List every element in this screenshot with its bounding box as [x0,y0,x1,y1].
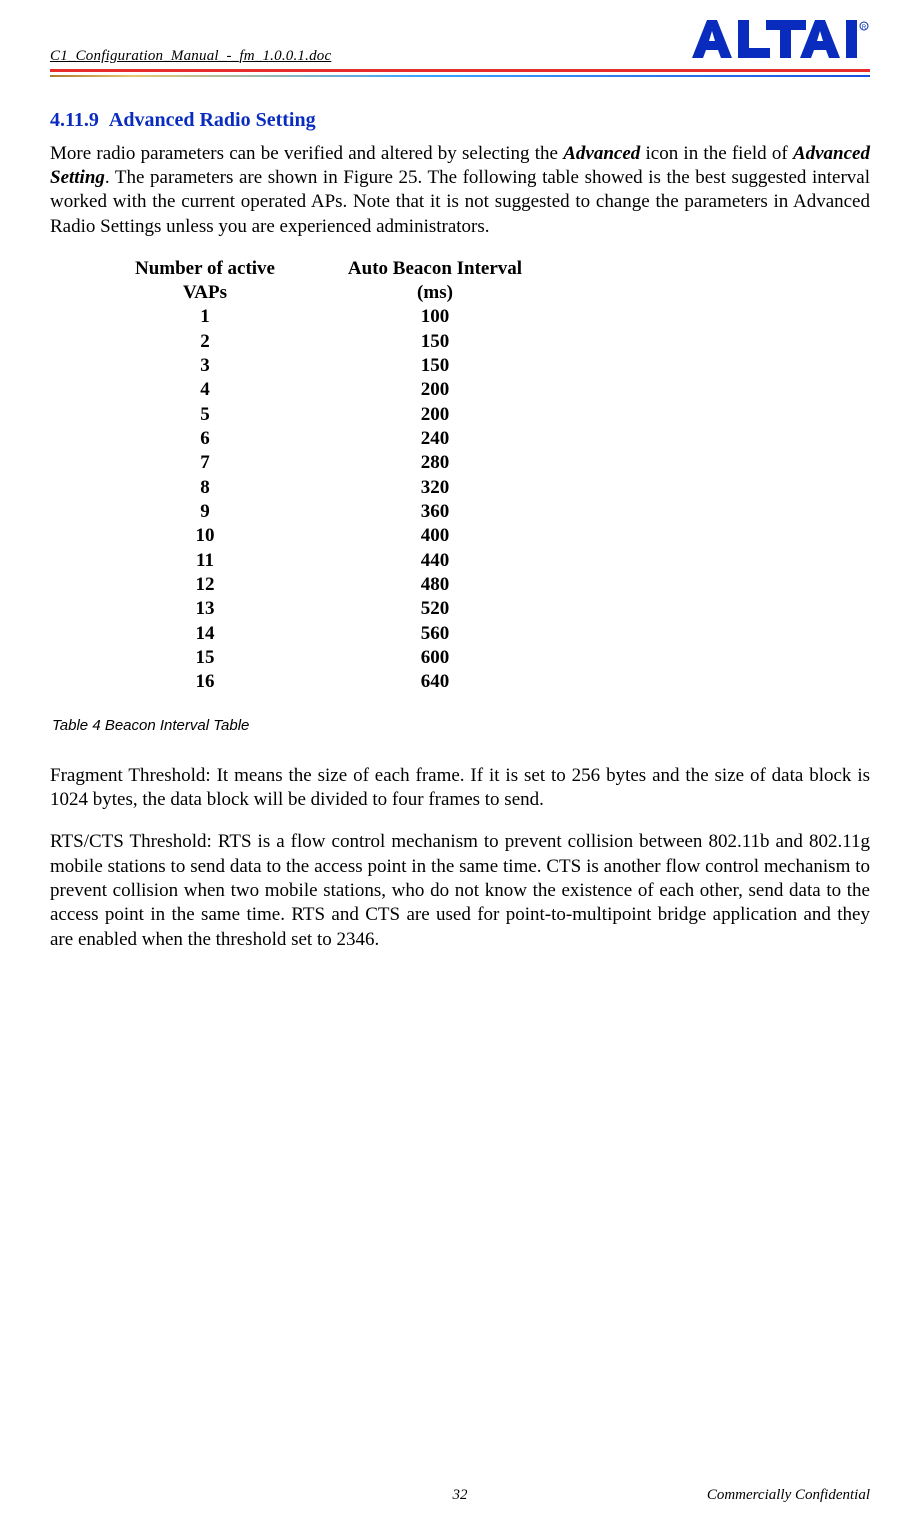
table-caption: Table 4 Beacon Interval Table [52,716,870,735]
table-row: 5200 [95,403,555,427]
table-cell-interval: 400 [315,524,555,548]
section-number: 4.11.9 [50,109,99,131]
table-row: 3150 [95,354,555,378]
table-cell-vap: 12 [95,573,315,597]
logo: R [690,18,870,65]
table-header-col2-line1: Auto Beacon Interval [348,258,522,279]
table-cell-interval: 320 [315,476,555,500]
page-number: 32 [453,1487,468,1504]
table-cell-vap: 16 [95,670,315,694]
table-header-col1-line2: VAPs [183,282,227,303]
table-cell-interval: 600 [315,646,555,670]
table-header-col1: Number of active VAPs [95,257,315,306]
doc-title: C1_Configuration_Manual_-_fm_1.0.0.1.doc [50,48,331,65]
intro-text-3: . The parameters are shown in Figure 25.… [50,167,870,237]
table-cell-interval: 150 [315,330,555,354]
confidential-label: Commercially Confidential [707,1487,870,1504]
intro-em1: Advanced [563,143,640,164]
table-header-col1-line1: Number of active [135,258,275,279]
table-cell-interval: 360 [315,500,555,524]
table-row: 4200 [95,378,555,402]
table-cell-interval: 520 [315,597,555,621]
table-cell-vap: 3 [95,354,315,378]
table-cell-interval: 640 [315,670,555,694]
table-cell-vap: 14 [95,622,315,646]
table-row: 11440 [95,549,555,573]
page-header: C1_Configuration_Manual_-_fm_1.0.0.1.doc… [50,0,870,69]
table-row: 9360 [95,500,555,524]
table-cell-vap: 5 [95,403,315,427]
table-cell-vap: 11 [95,549,315,573]
content: 4.11.9 Advanced Radio Setting More radio… [50,78,870,952]
table-cell-vap: 7 [95,451,315,475]
table-cell-interval: 150 [315,354,555,378]
table-row: 6240 [95,427,555,451]
table-cell-interval: 240 [315,427,555,451]
table-cell-interval: 480 [315,573,555,597]
table-cell-vap: 2 [95,330,315,354]
table-cell-interval: 440 [315,549,555,573]
table-cell-vap: 8 [95,476,315,500]
table-row: 12480 [95,573,555,597]
table-cell-vap: 1 [95,305,315,329]
table-row: 2150 [95,330,555,354]
table-cell-interval: 200 [315,403,555,427]
table-cell-vap: 6 [95,427,315,451]
intro-text-1: More radio parameters can be verified an… [50,143,563,164]
table-row: 13520 [95,597,555,621]
section-heading: 4.11.9 Advanced Radio Setting [50,108,870,134]
table-cell-interval: 200 [315,378,555,402]
intro-text-2: icon in the field of [640,143,793,164]
altai-logo-icon: R [690,18,870,60]
table-row: 8320 [95,476,555,500]
table-row: 10400 [95,524,555,548]
table-cell-vap: 9 [95,500,315,524]
section-title: Advanced Radio Setting [109,109,316,131]
table-cell-interval: 560 [315,622,555,646]
table-header-col2: Auto Beacon Interval (ms) [315,257,555,306]
header-rule [50,69,870,78]
table-row: 14560 [95,622,555,646]
rtscts-paragraph: RTS/CTS Threshold: RTS is a flow control… [50,830,870,952]
table-cell-interval: 280 [315,451,555,475]
table-cell-vap: 15 [95,646,315,670]
svg-text:R: R [862,25,867,31]
fragment-paragraph: Fragment Threshold: It means the size of… [50,764,870,813]
table-cell-vap: 10 [95,524,315,548]
table-cell-vap: 4 [95,378,315,402]
table-cell-vap: 13 [95,597,315,621]
table-row: 7280 [95,451,555,475]
table-row: 1100 [95,305,555,329]
table-row: 15600 [95,646,555,670]
table-cell-interval: 100 [315,305,555,329]
table-header-col2-line2: (ms) [417,282,453,303]
table-row: 16640 [95,670,555,694]
beacon-interval-table: Number of active VAPs Auto Beacon Interv… [95,257,555,695]
intro-paragraph: More radio parameters can be verified an… [50,142,870,239]
